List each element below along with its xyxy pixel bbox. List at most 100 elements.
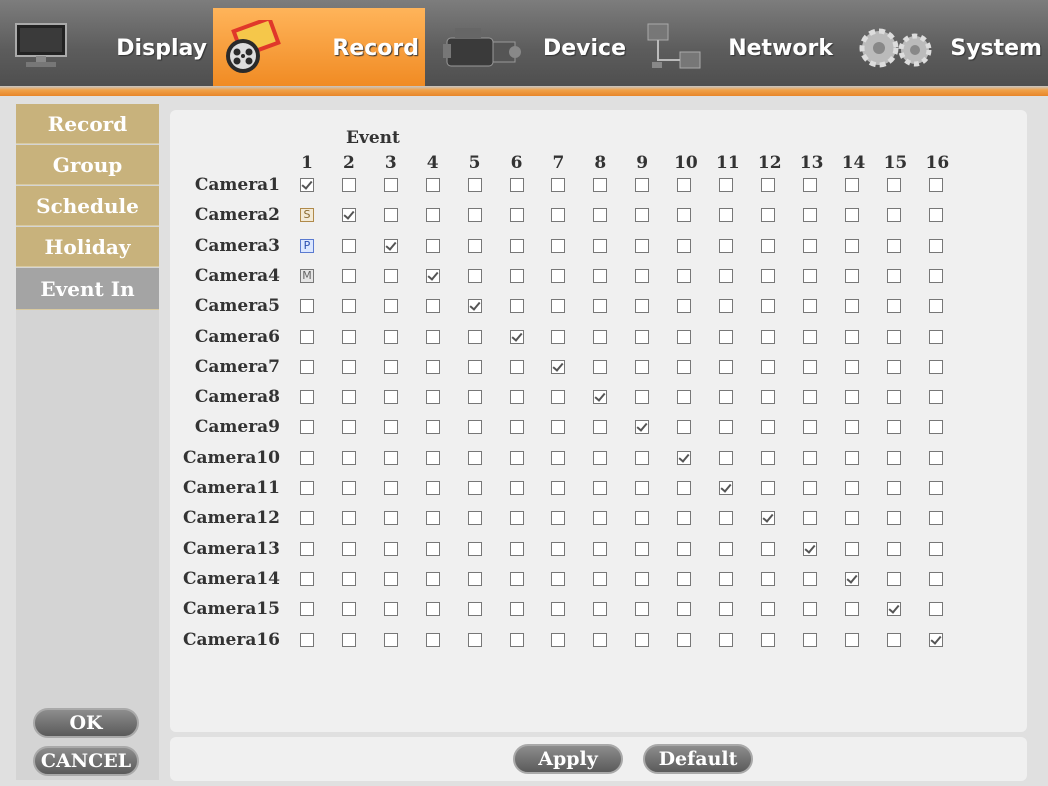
event-checkbox[interactable] — [886, 511, 901, 526]
event-checkbox[interactable] — [551, 208, 566, 223]
event-checkbox[interactable] — [760, 541, 775, 556]
event-checkbox[interactable] — [760, 359, 775, 374]
event-checkbox[interactable] — [425, 178, 440, 192]
event-checkbox[interactable] — [928, 208, 943, 223]
event-checkbox[interactable] — [677, 299, 692, 314]
event-checkbox[interactable] — [300, 178, 314, 192]
event-checkbox[interactable] — [760, 390, 775, 405]
event-checkbox[interactable] — [551, 268, 566, 283]
event-checkbox[interactable] — [551, 602, 566, 617]
event-checkbox[interactable] — [509, 602, 524, 617]
event-checkbox[interactable] — [509, 208, 524, 223]
event-checkbox[interactable] — [928, 511, 943, 526]
event-checkbox[interactable] — [593, 450, 608, 465]
event-checkbox[interactable] — [719, 208, 733, 223]
event-checkbox[interactable] — [300, 299, 314, 314]
event-checkbox[interactable] — [467, 481, 482, 495]
event-checkbox[interactable] — [844, 359, 859, 374]
event-checkbox[interactable] — [844, 450, 859, 465]
event-checkbox[interactable] — [300, 511, 314, 526]
event-checkbox[interactable] — [300, 602, 314, 617]
event-checkbox[interactable] — [719, 541, 733, 556]
event-checkbox[interactable] — [425, 268, 440, 283]
event-checkbox[interactable] — [551, 632, 566, 647]
event-checkbox[interactable] — [760, 268, 775, 283]
event-checkbox[interactable] — [635, 238, 650, 253]
event-checkbox[interactable] — [341, 359, 356, 374]
event-checkbox[interactable] — [383, 481, 398, 495]
event-checkbox[interactable] — [802, 329, 817, 344]
event-checkbox[interactable] — [677, 390, 692, 405]
event-checkbox[interactable] — [635, 632, 650, 647]
sidebar-item-group[interactable]: Group — [16, 145, 159, 185]
event-checkbox[interactable] — [677, 420, 692, 435]
event-checkbox[interactable] — [760, 178, 775, 192]
event-checkbox[interactable] — [635, 208, 650, 223]
event-checkbox[interactable] — [467, 511, 482, 526]
event-checkbox[interactable] — [844, 178, 859, 192]
tab-record[interactable]: Record — [213, 8, 425, 88]
event-checkbox[interactable] — [383, 390, 398, 405]
event-checkbox[interactable] — [467, 268, 482, 283]
event-checkbox[interactable] — [886, 299, 901, 314]
event-checkbox[interactable] — [760, 299, 775, 314]
event-checkbox[interactable] — [719, 268, 733, 283]
event-checkbox[interactable] — [383, 571, 398, 586]
event-checkbox[interactable] — [341, 329, 356, 344]
event-checkbox[interactable] — [844, 268, 859, 283]
event-checkbox[interactable] — [383, 268, 398, 283]
event-checkbox[interactable] — [467, 390, 482, 405]
sidebar-item-record[interactable]: Record — [16, 104, 159, 144]
event-checkbox[interactable] — [383, 329, 398, 344]
event-checkbox[interactable] — [635, 390, 650, 405]
event-checkbox[interactable] — [593, 390, 608, 405]
event-checkbox[interactable] — [383, 359, 398, 374]
event-checkbox[interactable] — [760, 450, 775, 465]
event-checkbox[interactable] — [593, 299, 608, 314]
event-checkbox[interactable] — [467, 420, 482, 435]
event-checkbox[interactable] — [425, 238, 440, 253]
event-checkbox[interactable] — [509, 238, 524, 253]
event-checkbox[interactable] — [760, 238, 775, 253]
event-checkbox[interactable] — [509, 268, 524, 283]
event-checkbox[interactable] — [341, 238, 356, 253]
event-checkbox[interactable] — [844, 329, 859, 344]
event-checkbox[interactable] — [383, 541, 398, 556]
event-checkbox[interactable] — [677, 208, 692, 223]
event-checkbox[interactable] — [635, 511, 650, 526]
event-checkbox[interactable] — [719, 359, 733, 374]
event-checkbox[interactable] — [928, 541, 943, 556]
event-checkbox[interactable] — [886, 329, 901, 344]
event-checkbox[interactable] — [677, 511, 692, 526]
event-checkbox[interactable] — [383, 602, 398, 617]
event-checkbox[interactable] — [844, 238, 859, 253]
event-checkbox[interactable] — [593, 511, 608, 526]
event-checkbox[interactable] — [425, 511, 440, 526]
event-checkbox[interactable] — [425, 329, 440, 344]
event-checkbox[interactable] — [677, 481, 692, 495]
event-checkbox[interactable] — [719, 481, 733, 495]
event-checkbox[interactable] — [719, 420, 733, 435]
event-checkbox[interactable] — [383, 208, 398, 223]
event-checkbox[interactable] — [928, 238, 943, 253]
event-checkbox[interactable] — [677, 602, 692, 617]
event-checkbox[interactable] — [886, 481, 901, 495]
event-checkbox[interactable] — [760, 329, 775, 344]
event-checkbox[interactable] — [467, 632, 482, 647]
event-checkbox[interactable] — [509, 299, 524, 314]
event-checkbox[interactable] — [677, 571, 692, 586]
event-checkbox[interactable] — [844, 511, 859, 526]
event-checkbox[interactable] — [928, 390, 943, 405]
event-checkbox[interactable] — [593, 329, 608, 344]
event-checkbox[interactable] — [760, 481, 775, 495]
event-checkbox[interactable] — [760, 208, 775, 223]
event-checkbox[interactable] — [635, 299, 650, 314]
event-checkbox[interactable] — [635, 571, 650, 586]
default-button[interactable]: Default — [643, 744, 753, 774]
event-checkbox[interactable] — [886, 571, 901, 586]
event-checkbox[interactable] — [467, 571, 482, 586]
event-checkbox[interactable] — [677, 450, 692, 465]
event-checkbox[interactable] — [886, 178, 901, 192]
event-checkbox[interactable] — [300, 420, 314, 435]
event-checkbox[interactable] — [677, 238, 692, 253]
